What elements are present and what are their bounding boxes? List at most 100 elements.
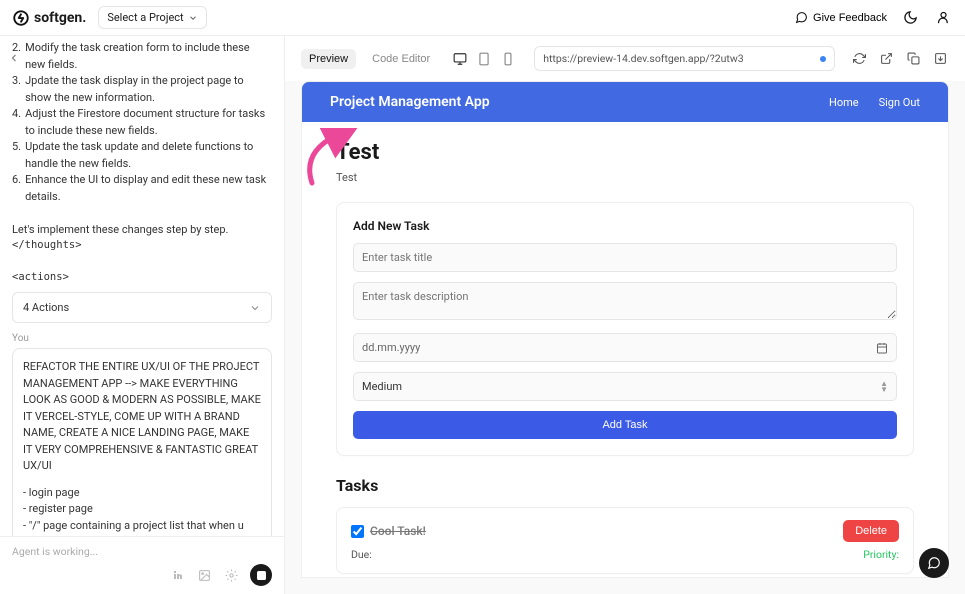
mobile-icon	[501, 52, 515, 66]
chat-icon	[795, 11, 808, 24]
task-priority-label: Priority:	[863, 548, 899, 561]
task-priority-select[interactable]: Medium ▲▼	[353, 372, 897, 401]
project-selector-label: Select a Project	[107, 11, 183, 24]
agent-status: Agent is working...	[12, 545, 272, 558]
user-list-item: - register page	[23, 502, 93, 515]
step-text: Jpdate the task display in the project p…	[25, 73, 272, 106]
chat-footer-icons	[12, 564, 272, 586]
user-menu[interactable]	[934, 8, 953, 27]
delete-task-button[interactable]: Delete	[843, 520, 899, 542]
card-heading: Add New Task	[353, 219, 897, 233]
add-task-card: Add New Task dd.mm.yyyy Medium ▲▼	[336, 202, 914, 456]
assistant-line: Let's implement these changes step by st…	[12, 222, 272, 239]
image-icon	[198, 569, 211, 582]
refresh-button[interactable]	[851, 50, 868, 67]
tab-code-editor[interactable]: Code Editor	[364, 49, 438, 69]
help-chat-button[interactable]	[919, 548, 949, 578]
stop-button[interactable]	[250, 564, 272, 586]
download-icon	[934, 52, 947, 65]
user-list: - login page - register page - "/" page …	[23, 485, 261, 537]
brand-logo[interactable]: softgen.	[12, 9, 86, 27]
linkedin-button[interactable]	[170, 567, 186, 583]
status-dot	[820, 56, 826, 62]
user-list-item: - "/" page containing a project list tha…	[23, 519, 255, 537]
chat-bubble-icon	[927, 556, 941, 570]
user-list-item: - login page	[23, 486, 80, 499]
app-title: Project Management App	[330, 94, 490, 110]
task-date-input[interactable]: dd.mm.yyyy	[353, 333, 897, 362]
assistant-message: 2.Modify the task creation form to inclu…	[12, 40, 272, 286]
app-header: Project Management App Home Sign Out	[302, 82, 948, 122]
priority-value: Medium	[362, 380, 402, 393]
xml-tag: </thoughts>	[12, 238, 272, 254]
tasks-heading: Tasks	[336, 476, 914, 495]
device-tablet[interactable]	[474, 49, 494, 69]
user-text: REFACTOR THE ENTIRE UX/UI OF THE PROJECT…	[23, 359, 261, 475]
step-number: 6.	[12, 172, 21, 205]
topbar-actions: Give Feedback	[795, 8, 953, 27]
image-button[interactable]	[196, 567, 213, 584]
device-desktop[interactable]	[450, 49, 470, 69]
chevron-left-icon	[8, 52, 20, 64]
chat-scroll[interactable]: 2.Modify the task creation form to inclu…	[0, 36, 284, 536]
step-number: 4.	[12, 106, 21, 139]
device-mobile[interactable]	[498, 49, 518, 69]
user-message: REFACTOR THE ENTIRE UX/UI OF THE PROJECT…	[12, 348, 272, 536]
main-split: 2.Modify the task creation form to inclu…	[0, 36, 965, 594]
copy-icon	[907, 52, 920, 65]
url-text: https://preview-14.dev.softgen.app/?2utw…	[543, 52, 743, 65]
chevron-down-icon	[188, 13, 198, 23]
task-description-input[interactable]	[353, 282, 897, 320]
task-item: Cool Task! Delete Due: Priority:	[336, 507, 914, 574]
page-subtitle: Test	[336, 171, 914, 184]
task-title: Cool Task!	[370, 524, 426, 538]
step-number: 5.	[12, 139, 21, 172]
settings-button[interactable]	[223, 567, 240, 584]
refresh-icon	[853, 52, 866, 65]
add-task-button[interactable]: Add Task	[353, 411, 897, 439]
user-icon	[936, 10, 951, 25]
nav-home[interactable]: Home	[829, 96, 859, 109]
url-bar[interactable]: https://preview-14.dev.softgen.app/?2utw…	[534, 46, 835, 71]
chevron-down-icon	[249, 302, 261, 314]
chat-footer: Agent is working...	[0, 536, 284, 594]
feedback-label: Give Feedback	[813, 12, 887, 24]
brand-text: softgen.	[34, 10, 86, 26]
actions-count-label: 4 Actions	[23, 301, 69, 314]
chat-panel: 2.Modify the task creation form to inclu…	[0, 36, 285, 594]
app-body: Test Test Add New Task dd.mm.yyyy M	[302, 122, 948, 577]
device-switcher	[450, 49, 518, 69]
stop-icon	[257, 571, 266, 580]
task-title-input[interactable]	[353, 243, 897, 272]
preview-frame: Project Management App Home Sign Out Tes…	[301, 81, 949, 578]
step-text: Modify the task creation form to include…	[25, 40, 272, 73]
step-number: 3.	[12, 73, 21, 106]
linkedin-icon	[172, 569, 184, 581]
open-external-button[interactable]	[878, 50, 895, 67]
download-button[interactable]	[932, 50, 949, 67]
give-feedback-button[interactable]: Give Feedback	[795, 11, 887, 24]
actions-dropdown[interactable]: 4 Actions	[12, 292, 272, 323]
task-checkbox[interactable]	[351, 525, 364, 538]
calendar-icon	[876, 342, 888, 354]
tab-preview[interactable]: Preview	[301, 49, 356, 69]
copy-button[interactable]	[905, 50, 922, 67]
preview-actions	[851, 50, 949, 67]
moon-icon	[903, 10, 918, 25]
desktop-icon	[453, 52, 467, 66]
step-text: Update the task update and delete functi…	[25, 139, 272, 172]
collapse-sidebar-button[interactable]	[8, 52, 20, 67]
tablet-icon	[477, 52, 491, 66]
gear-icon	[225, 569, 238, 582]
external-link-icon	[880, 52, 893, 65]
nav-signout[interactable]: Sign Out	[879, 96, 920, 109]
logo-icon	[12, 9, 30, 27]
page-title: Test	[336, 140, 914, 165]
app-nav: Home Sign Out	[829, 96, 920, 109]
preview-panel: Preview Code Editor https://preview-14.d…	[285, 36, 965, 594]
project-selector[interactable]: Select a Project	[98, 6, 206, 29]
theme-toggle[interactable]	[901, 8, 920, 27]
preview-toolbar: Preview Code Editor https://preview-14.d…	[285, 36, 965, 81]
topbar: softgen. Select a Project Give Feedback	[0, 0, 965, 36]
author-label: You	[12, 333, 272, 344]
